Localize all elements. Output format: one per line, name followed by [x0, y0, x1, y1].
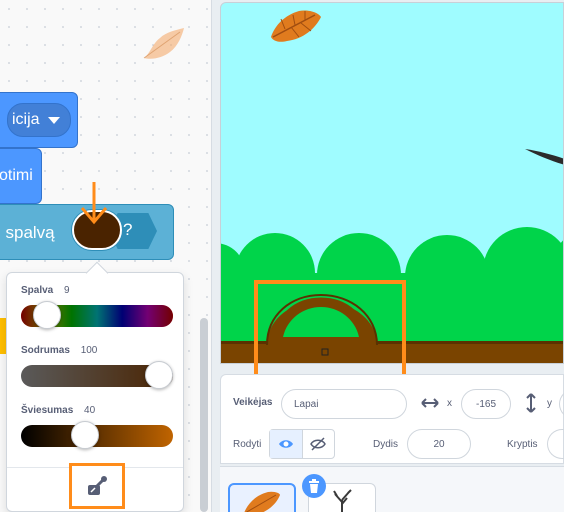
tree-branch [525, 149, 563, 165]
brightness-slider-group: Šviesumas 40 [21, 405, 173, 449]
saturation-slider-knob[interactable] [145, 361, 173, 389]
brightness-label: Šviesumas [21, 405, 74, 416]
saturation-slider[interactable] [21, 361, 173, 389]
saturation-slider-group: Sodrumas 100 [21, 345, 173, 389]
position-dropdown[interactable]: icija [7, 103, 71, 137]
y-field[interactable] [559, 389, 564, 419]
touching-color-label: i spalvą [0, 223, 55, 242]
show-button[interactable] [270, 430, 303, 458]
saturation-label: Sodrumas [21, 345, 70, 356]
size-value: 20 [433, 438, 445, 450]
leaf-sprite [271, 10, 321, 42]
sprite-name-label: Veikėjas [233, 397, 273, 408]
direction-field[interactable] [547, 429, 564, 459]
sprite-list [220, 466, 564, 512]
eyedropper-button[interactable] [69, 463, 125, 509]
trash-icon [309, 479, 319, 493]
eye-icon [278, 440, 293, 448]
x-value: -165 [475, 398, 496, 410]
vertical-arrows-icon [526, 393, 536, 413]
leaf-icon [143, 28, 184, 59]
vertical-scrollbar[interactable] [200, 318, 208, 512]
hue-label: Spalva [21, 285, 54, 296]
size-field[interactable]: 20 [407, 429, 471, 459]
hue-slider-group: Spalva 9 [21, 285, 173, 329]
down-arrow-annotation [80, 182, 108, 225]
sprite-name-field[interactable]: Lapai [281, 389, 407, 419]
chevron-down-icon [47, 116, 60, 124]
hue-slider[interactable] [21, 301, 173, 329]
motion-block[interactable]: otimi [0, 148, 42, 204]
color-picker-popup: Spalva 9 Sodrumas 100 Šviesumas 40 [6, 261, 184, 512]
size-label: Dydis [373, 439, 399, 450]
hue-slider-knob[interactable] [33, 301, 61, 329]
eye-slash-icon [310, 437, 327, 451]
eyedropper-icon [88, 476, 107, 495]
hue-label-row: Spalva 9 [21, 285, 173, 299]
x-field[interactable]: -165 [461, 389, 511, 419]
motion-block-label: otimi [0, 167, 33, 184]
go-to-position-block[interactable]: icija [0, 92, 78, 148]
y-label: y [547, 398, 552, 409]
show-label: Rodyti [233, 439, 262, 450]
position-dropdown-label: icija [12, 111, 40, 128]
delete-sprite-button[interactable] [302, 474, 326, 498]
leaf-icon [244, 491, 280, 512]
hide-button[interactable] [303, 430, 335, 458]
horizontal-arrows-icon [421, 398, 439, 408]
visibility-toggle [269, 429, 335, 459]
brightness-slider-knob[interactable] [71, 421, 99, 449]
direction-label: Kryptis [507, 439, 538, 450]
saturation-value: 100 [80, 345, 98, 356]
sprite-info-panel: Veikėjas Lapai x -165 y Rodyti Dydis 20 … [220, 374, 564, 464]
x-label: x [447, 398, 452, 409]
tree-icon [333, 489, 352, 512]
hue-value: 9 [64, 285, 70, 296]
sprite-thumb-lapai[interactable] [228, 483, 296, 512]
brightness-slider[interactable] [21, 421, 173, 449]
saturation-label-row: Sodrumas 100 [21, 345, 173, 359]
question-mark: ? [123, 220, 133, 239]
sprite-name-value: Lapai [294, 398, 319, 410]
brightness-value: 40 [84, 405, 96, 416]
brightness-label-row: Šviesumas 40 [21, 405, 173, 419]
